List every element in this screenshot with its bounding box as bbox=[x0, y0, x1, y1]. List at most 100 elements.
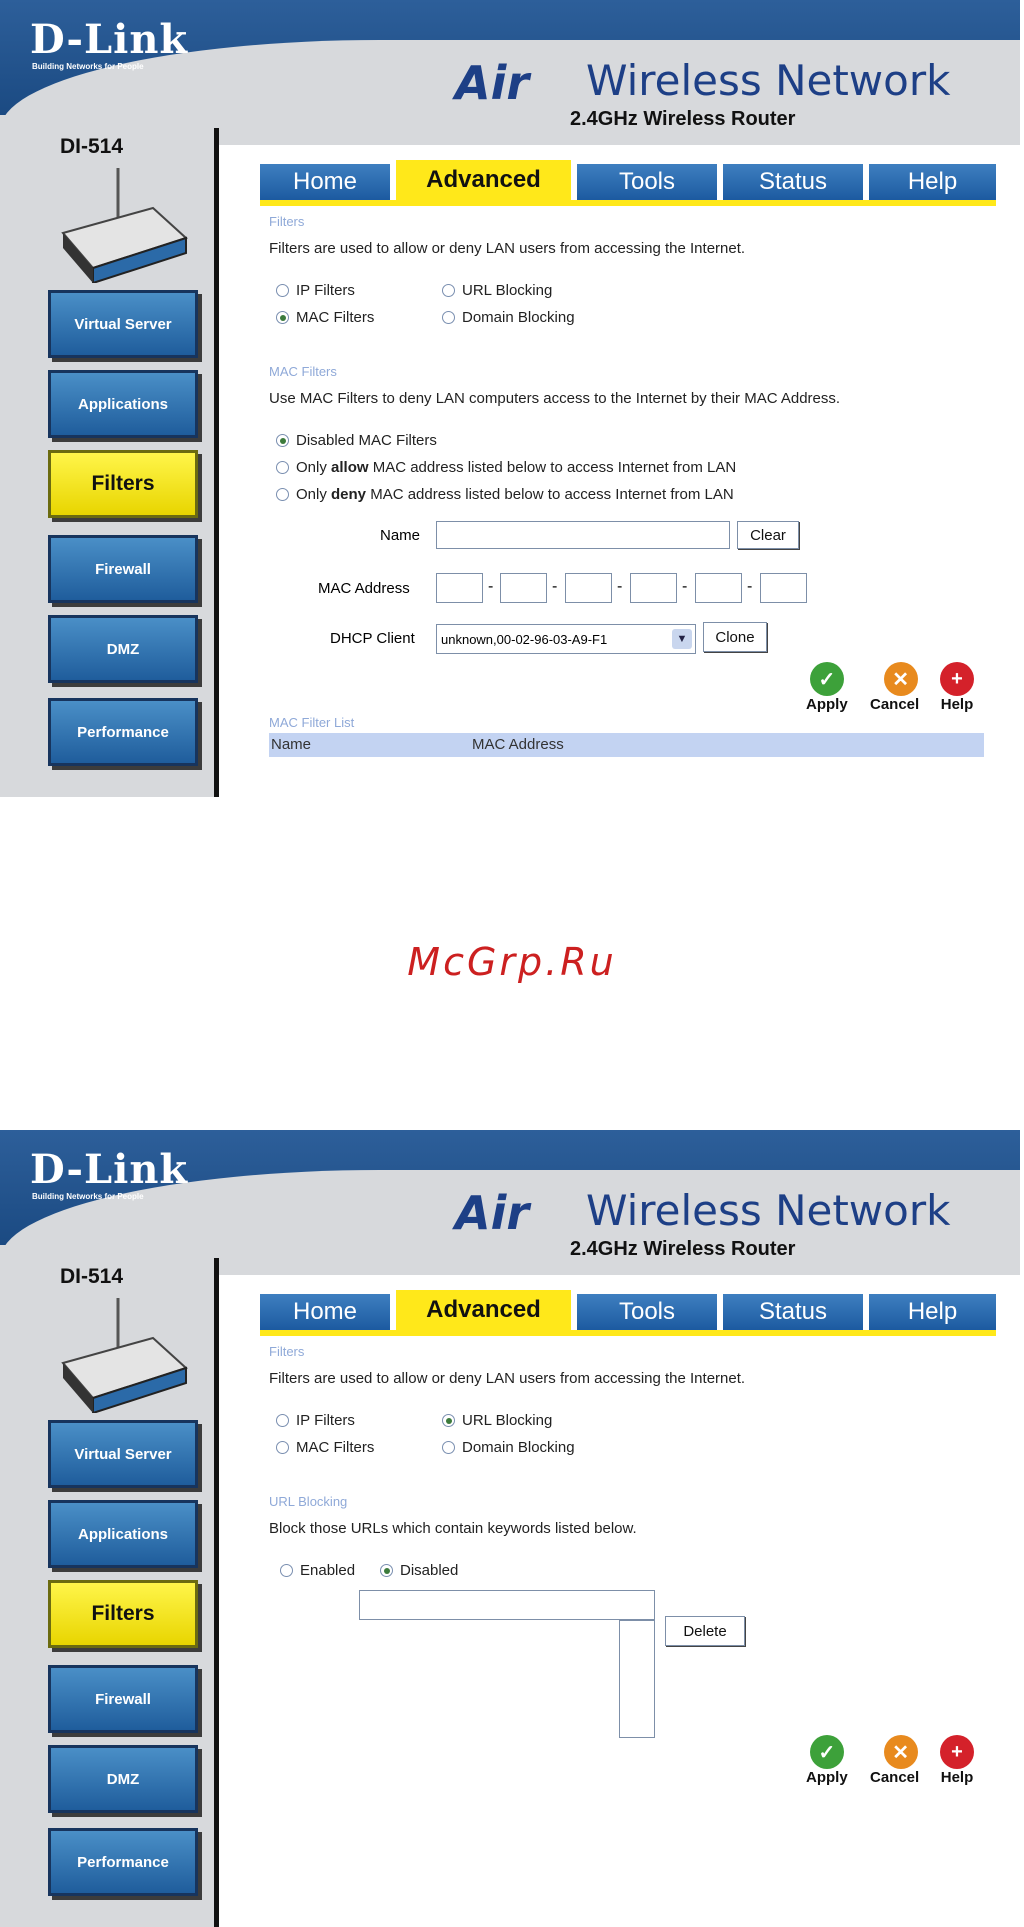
radio-dot bbox=[276, 488, 289, 501]
mac-filter-list-heading: MAC Filter List bbox=[269, 715, 355, 730]
tab-home[interactable]: Home bbox=[260, 164, 390, 200]
checkmark-icon: ✓ bbox=[809, 1735, 844, 1769]
column-mac-address: MAC Address bbox=[472, 736, 564, 753]
mac-filter-list-header: Name MAC Address bbox=[269, 733, 984, 757]
product-subtitle: 2.4GHz Wireless Router bbox=[570, 1238, 796, 1260]
nav-dmz[interactable]: DMZ bbox=[48, 615, 198, 683]
cancel-label: Cancel bbox=[870, 1769, 920, 1786]
checkmark-icon: ✓ bbox=[809, 662, 844, 696]
clear-button[interactable]: Clear bbox=[737, 521, 799, 549]
tab-status[interactable]: Status bbox=[723, 1294, 863, 1330]
cancel-button[interactable]: ✕ Cancel bbox=[870, 1735, 919, 1786]
nav-performance[interactable]: Performance bbox=[48, 1828, 198, 1896]
url-blocking-heading: URL Blocking bbox=[269, 1494, 348, 1509]
radio-mac-disabled[interactable]: Disabled MAC Filters bbox=[276, 432, 437, 449]
radio-mac-filters[interactable]: MAC Filters bbox=[276, 309, 374, 326]
radio-url-blocking[interactable]: URL Blocking bbox=[442, 1412, 552, 1429]
radio-ip-filters[interactable]: IP Filters bbox=[276, 1412, 355, 1429]
watermark-text: McGrp.Ru bbox=[407, 940, 617, 984]
help-label: Help bbox=[940, 696, 974, 713]
nav-applications[interactable]: Applications bbox=[48, 1500, 198, 1568]
radio-label: Domain Blocking bbox=[462, 309, 575, 326]
tab-tools[interactable]: Tools bbox=[577, 164, 717, 200]
apply-label: Apply bbox=[806, 696, 848, 713]
radio-dot bbox=[442, 1414, 455, 1427]
deny-keyword: deny bbox=[331, 486, 367, 503]
router-icon bbox=[61, 168, 188, 283]
nav-virtual-server[interactable]: Virtual Server bbox=[48, 1420, 198, 1488]
allow-keyword: allow bbox=[331, 459, 369, 476]
nav-firewall[interactable]: Firewall bbox=[48, 1665, 198, 1733]
router-icon bbox=[61, 1298, 188, 1413]
radio-url-blocking[interactable]: URL Blocking bbox=[442, 282, 552, 299]
cancel-icon: ✕ bbox=[883, 1735, 918, 1769]
clone-button[interactable]: Clone bbox=[703, 622, 767, 652]
mac-octet-6[interactable] bbox=[760, 573, 807, 603]
tab-help[interactable]: Help bbox=[869, 1294, 996, 1330]
filters-description: Filters are used to allow or deny LAN us… bbox=[269, 1370, 746, 1387]
radio-url-enabled[interactable]: Enabled bbox=[280, 1562, 355, 1579]
nav-virtual-server[interactable]: Virtual Server bbox=[48, 290, 198, 358]
url-keyword-list[interactable] bbox=[619, 1620, 655, 1738]
radio-label: URL Blocking bbox=[462, 1412, 553, 1429]
apply-button[interactable]: ✓ Apply bbox=[806, 1735, 848, 1786]
tab-status[interactable]: Status bbox=[723, 164, 863, 200]
radio-label: MAC Filters bbox=[296, 309, 375, 326]
mac-octet-1[interactable] bbox=[436, 573, 483, 603]
nav-firewall[interactable]: Firewall bbox=[48, 535, 198, 603]
mac-separator: - bbox=[488, 578, 494, 595]
url-keyword-input[interactable] bbox=[359, 1590, 655, 1620]
delete-button[interactable]: Delete bbox=[665, 1616, 745, 1646]
radio-dot bbox=[380, 1564, 393, 1577]
radio-domain-blocking[interactable]: Domain Blocking bbox=[442, 1439, 575, 1456]
tab-tools[interactable]: Tools bbox=[577, 1294, 717, 1330]
deny-prefix: Only bbox=[296, 486, 327, 503]
url-blocking-description: Block those URLs which contain keywords … bbox=[269, 1520, 637, 1537]
radio-domain-blocking[interactable]: Domain Blocking bbox=[442, 309, 575, 326]
tab-home[interactable]: Home bbox=[260, 1294, 390, 1330]
cancel-button[interactable]: ✕ Cancel bbox=[870, 662, 919, 713]
dlink-logo: D-Link bbox=[30, 1146, 189, 1193]
mac-octet-5[interactable] bbox=[695, 573, 742, 603]
radio-label: IP Filters bbox=[296, 1412, 355, 1429]
tab-advanced[interactable]: Advanced bbox=[396, 160, 571, 200]
radio-url-disabled[interactable]: Disabled bbox=[380, 1562, 458, 1579]
radio-label: Domain Blocking bbox=[462, 1439, 575, 1456]
radio-dot bbox=[442, 1441, 455, 1454]
tab-bar: Home Advanced Tools Status Help bbox=[260, 160, 996, 200]
radio-mac-filters[interactable]: MAC Filters bbox=[276, 1439, 374, 1456]
radio-ip-filters[interactable]: IP Filters bbox=[276, 282, 355, 299]
radio-mac-allow[interactable]: Only allow MAC address listed below to a… bbox=[276, 459, 736, 476]
plus-icon: + bbox=[940, 1735, 974, 1769]
mac-octet-4[interactable] bbox=[630, 573, 677, 603]
radio-mac-deny[interactable]: Only deny MAC address listed below to ac… bbox=[276, 486, 734, 503]
mac-separator: - bbox=[617, 578, 623, 595]
apply-button[interactable]: ✓ Apply bbox=[806, 662, 848, 713]
air-logo: Air bbox=[455, 56, 530, 110]
chevron-down-icon: ▼ bbox=[672, 629, 692, 649]
nav-filters[interactable]: Filters bbox=[48, 1580, 198, 1648]
nav-filters[interactable]: Filters bbox=[48, 450, 198, 518]
nav-performance[interactable]: Performance bbox=[48, 698, 198, 766]
radio-label: URL Blocking bbox=[462, 282, 553, 299]
mac-octet-2[interactable] bbox=[500, 573, 547, 603]
tab-help[interactable]: Help bbox=[869, 164, 996, 200]
dhcp-client-value: unknown,00-02-96-03-A9-F1 bbox=[441, 631, 608, 647]
mac-separator: - bbox=[552, 578, 558, 595]
cancel-label: Cancel bbox=[870, 696, 920, 713]
tab-advanced[interactable]: Advanced bbox=[396, 1290, 571, 1330]
model-label: DI-514 bbox=[60, 1265, 124, 1288]
nav-dmz[interactable]: DMZ bbox=[48, 1745, 198, 1813]
help-button[interactable]: + Help bbox=[940, 1735, 974, 1786]
radio-dot bbox=[276, 461, 289, 474]
cancel-icon: ✕ bbox=[883, 662, 918, 696]
name-input[interactable] bbox=[436, 521, 730, 549]
dhcp-client-select[interactable]: unknown,00-02-96-03-A9-F1 ▼ bbox=[436, 624, 696, 654]
mac-octet-3[interactable] bbox=[565, 573, 612, 603]
radio-dot bbox=[276, 284, 289, 297]
nav-applications[interactable]: Applications bbox=[48, 370, 198, 438]
help-button[interactable]: + Help bbox=[940, 662, 974, 713]
radio-label: Only deny MAC address listed below to ac… bbox=[296, 486, 734, 503]
tab-bar: Home Advanced Tools Status Help bbox=[260, 1290, 996, 1330]
radio-dot bbox=[442, 284, 455, 297]
